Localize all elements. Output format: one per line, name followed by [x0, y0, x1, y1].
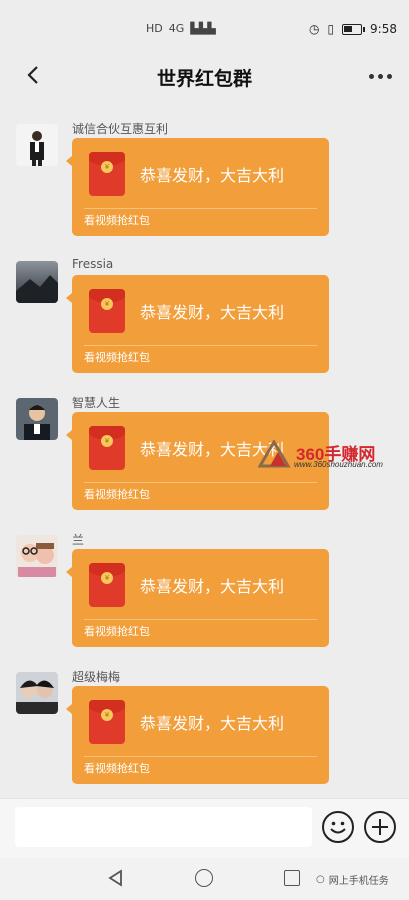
vibrate-icon: ▯ — [327, 22, 335, 36]
plus-icon — [372, 819, 388, 835]
red-packet-footer: 看视频抢红包 — [84, 625, 150, 638]
status-bar: HD 4G ▙▙▙ ◷ ▯ 9:58 — [0, 0, 409, 56]
divider — [84, 345, 317, 346]
more-options-button[interactable] — [365, 62, 395, 90]
status-icons: ◷ ▯ 9:58 — [309, 22, 397, 36]
smiley-icon — [330, 821, 346, 834]
signal-bars-icon: ▙▙▙ — [190, 22, 216, 35]
red-packet-footer: 看视频抢红包 — [84, 488, 150, 501]
status-time: 9:58 — [370, 22, 397, 36]
divider — [84, 756, 317, 757]
red-packet-wish: 恭喜发财，大吉大利 — [140, 166, 285, 185]
nav-back-icon[interactable] — [106, 868, 126, 888]
message-item: 兰 ¥ 恭喜发财，大吉大利 看视频抢红包 — [0, 523, 409, 653]
signal-4g-icon: 4G — [168, 22, 185, 35]
nav-home-icon[interactable] — [195, 869, 213, 887]
red-packet-wish: 恭喜发财，大吉大利 — [140, 303, 285, 322]
red-packet-footer: 看视频抢红包 — [84, 762, 150, 775]
avatar[interactable] — [16, 398, 58, 440]
title-bar: 世界红包群 — [0, 52, 409, 102]
watermark: 360手赚网 www.360shouzhuan.com — [258, 440, 408, 469]
red-packet-icon: ¥ — [89, 289, 125, 333]
alarm-icon: ◷ — [308, 22, 320, 36]
message-item: 诚信合伙互惠互利 ¥ 恭喜发财，大吉大利 看视频抢红包 — [0, 112, 409, 242]
red-packet-bubble[interactable]: ¥ 恭喜发财，大吉大利 看视频抢红包 — [66, 138, 329, 236]
red-packet-bubble[interactable]: ¥ 恭喜发财，大吉大利 看视频抢红包 — [66, 275, 329, 373]
red-packet-footer: 看视频抢红包 — [84, 351, 150, 364]
input-bar — [0, 798, 409, 858]
hd-icon: HD — [146, 22, 163, 35]
divider — [84, 482, 317, 483]
wechat-logo-icon: ○ — [316, 874, 325, 885]
avatar[interactable] — [16, 535, 58, 577]
battery-icon — [342, 23, 366, 35]
emoji-button[interactable] — [322, 811, 354, 843]
sender-name: 智慧人生 — [72, 396, 121, 410]
more-actions-button[interactable] — [364, 811, 396, 843]
network-indicators: HD 4G ▙▙▙ — [146, 22, 216, 35]
red-packet-wish: 恭喜发财，大吉大利 — [140, 714, 285, 733]
watermark-logo-icon — [258, 440, 291, 468]
corner-brand-label: 网上手机任务 — [328, 876, 389, 887]
red-packet-bubble[interactable]: ¥ 恭喜发财，大吉大利 看视频抢红包 — [66, 686, 329, 784]
avatar[interactable] — [16, 672, 58, 714]
divider — [84, 208, 317, 209]
message-item: Fressia ¥ 恭喜发财，大吉大利 看视频抢红包 — [0, 249, 409, 379]
red-packet-icon: ¥ — [89, 152, 125, 196]
red-packet-icon: ¥ — [89, 563, 125, 607]
corner-brand: ○ 网上手机任务 — [316, 872, 389, 887]
system-nav-bar: ○ 网上手机任务 — [0, 858, 409, 900]
red-packet-footer: 看视频抢红包 — [84, 214, 150, 227]
avatar[interactable] — [16, 261, 58, 303]
sender-name: 兰 — [72, 533, 85, 547]
divider — [84, 619, 317, 620]
red-packet-icon: ¥ — [89, 700, 125, 744]
avatar[interactable] — [16, 124, 58, 166]
sender-name: 超级梅梅 — [72, 670, 121, 684]
message-item: 超级梅梅 ¥ 恭喜发财，大吉大利 看视频抢红包 — [0, 660, 409, 790]
sender-name: Fressia — [72, 257, 114, 271]
red-packet-icon: ¥ — [89, 426, 125, 470]
message-input[interactable] — [15, 807, 312, 847]
watermark-url: www.360shouzhuan.com — [294, 460, 383, 469]
page-title: 世界红包群 — [156, 68, 252, 90]
red-packet-bubble[interactable]: ¥ 恭喜发财，大吉大利 看视频抢红包 — [66, 549, 329, 647]
sender-name: 诚信合伙互惠互利 — [72, 122, 169, 136]
nav-recent-icon[interactable] — [284, 870, 300, 886]
red-packet-wish: 恭喜发财，大吉大利 — [140, 577, 285, 596]
